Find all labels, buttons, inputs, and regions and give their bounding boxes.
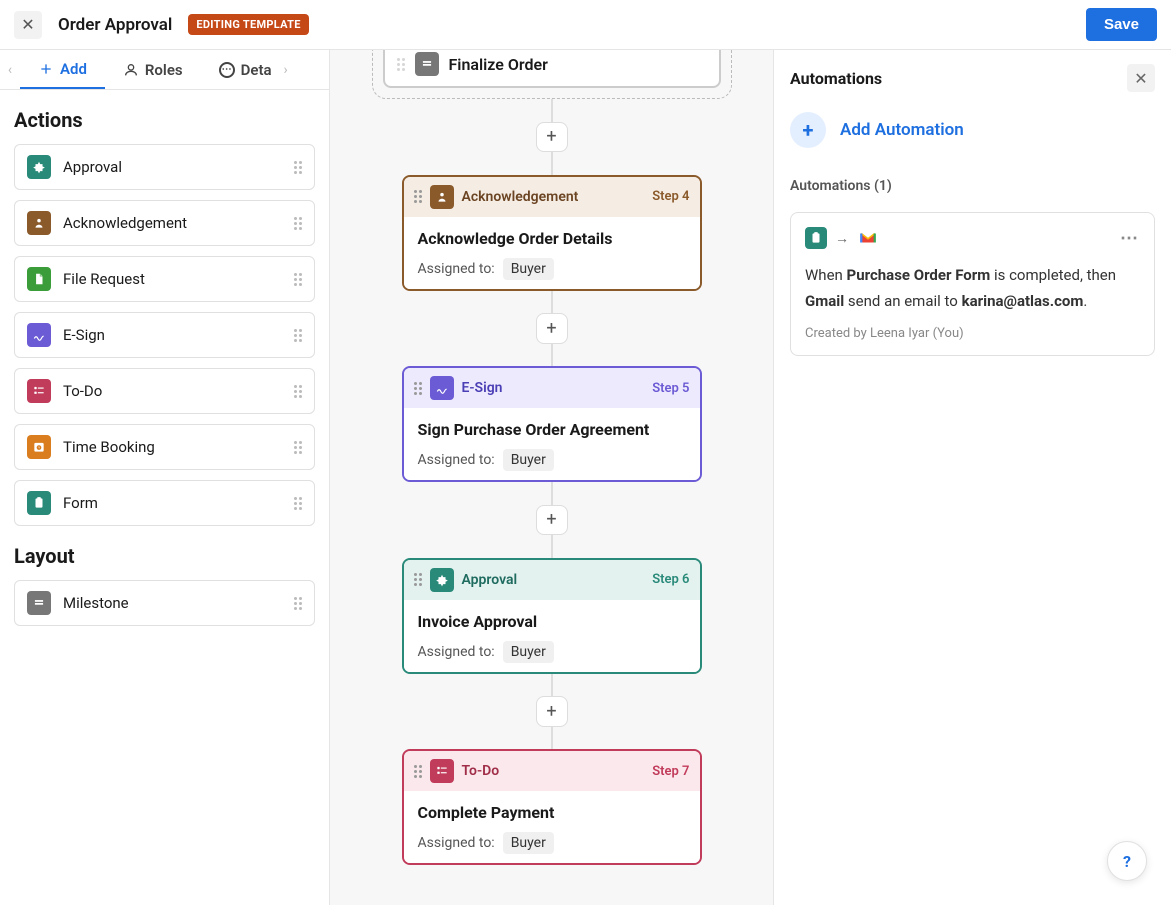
tabs-scroll-left[interactable]: ‹ — [0, 62, 20, 78]
assigned-label: Assigned to: — [418, 644, 495, 660]
assigned-label: Assigned to: — [418, 452, 495, 468]
editing-badge: EDITING TEMPLATE — [188, 14, 308, 35]
milestone-icon — [415, 52, 439, 76]
action-label: File Request — [63, 270, 145, 288]
drag-handle-icon[interactable] — [294, 441, 302, 454]
action-label: E-Sign — [63, 326, 105, 344]
automation-card[interactable]: → ⋯ When Purchase Order Form is complete… — [790, 212, 1155, 356]
todo-icon — [430, 759, 454, 783]
automations-count: Automations (1) — [774, 168, 1171, 204]
layout-item-milestone[interactable]: Milestone — [14, 580, 315, 626]
gmail-app-icon — [857, 227, 879, 249]
action-item-time-booking[interactable]: Time Booking — [14, 424, 315, 470]
assignee-chip[interactable]: Buyer — [503, 832, 554, 854]
automation-description: When Purchase Order Form is completed, t… — [805, 263, 1140, 314]
drag-handle-icon[interactable] — [294, 329, 302, 342]
milestone-title: Finalize Order — [449, 55, 548, 74]
step-number: Step 6 — [652, 572, 689, 587]
approval-icon — [27, 155, 51, 179]
add-step-button[interactable]: + — [536, 505, 568, 536]
add-step-button[interactable]: + — [536, 696, 568, 727]
step-title: Invoice Approval — [418, 612, 686, 631]
drag-handle-icon[interactable] — [294, 161, 302, 174]
esign-icon — [430, 376, 454, 400]
action-item-to-do[interactable]: To-Do — [14, 368, 315, 414]
step-title: Complete Payment — [418, 803, 686, 822]
step-number: Step 7 — [652, 764, 689, 779]
plus-icon — [38, 61, 54, 77]
action-item-e-sign[interactable]: E-Sign — [14, 312, 315, 358]
action-label: Time Booking — [63, 438, 155, 456]
time-icon — [27, 435, 51, 459]
workflow-canvas[interactable]: Finalize Order+AcknowledgementStep 4Ackn… — [330, 50, 773, 905]
add-step-button[interactable]: + — [536, 313, 568, 344]
add-automation-button[interactable]: + Add Automation — [774, 102, 1171, 168]
step-card-acknowledgement[interactable]: Acknowledgement Step 4 Acknowledge Order D… — [402, 175, 702, 291]
automation-more-button[interactable]: ⋯ — [1120, 228, 1140, 249]
automations-title: Automations — [790, 69, 882, 88]
plus-icon: + — [790, 112, 826, 148]
ellipsis-icon: ⋯ — [219, 62, 235, 78]
layout-heading: Layout — [0, 526, 329, 580]
tabs-scroll-right[interactable]: › — [276, 62, 296, 78]
automation-created-by: Created by Leena Iyar (You) — [805, 326, 1140, 341]
tab-details[interactable]: ⋯ Deta — [201, 50, 276, 89]
drag-handle-icon[interactable] — [294, 273, 302, 286]
step-type: Approval — [462, 572, 518, 588]
step-number: Step 5 — [652, 381, 689, 396]
close-button[interactable]: ✕ — [14, 11, 42, 39]
action-item-form[interactable]: Form — [14, 480, 315, 526]
arrow-icon: → — [835, 230, 849, 247]
action-item-approval[interactable]: Approval — [14, 144, 315, 190]
action-label: Form — [63, 494, 98, 512]
save-button[interactable]: Save — [1086, 8, 1157, 41]
file-icon — [27, 267, 51, 291]
milestone-card[interactable]: Finalize Order — [383, 50, 721, 88]
drag-handle-icon[interactable] — [294, 217, 302, 230]
assignee-chip[interactable]: Buyer — [503, 258, 554, 280]
close-automations-button[interactable]: ✕ — [1127, 64, 1155, 92]
step-card-to-do[interactable]: To-Do Step 7 Complete Payment Assigned to: B… — [402, 749, 702, 865]
form-icon — [27, 491, 51, 515]
drag-handle-icon[interactable] — [294, 597, 302, 610]
action-label: Acknowledgement — [63, 214, 187, 232]
assigned-label: Assigned to: — [418, 261, 495, 277]
form-app-icon — [805, 227, 827, 249]
ack-icon — [27, 211, 51, 235]
action-item-file-request[interactable]: File Request — [14, 256, 315, 302]
drag-handle-icon[interactable] — [294, 497, 302, 510]
todo-icon — [27, 379, 51, 403]
step-type: To-Do — [462, 763, 500, 779]
assignee-chip[interactable]: Buyer — [503, 641, 554, 663]
tab-roles[interactable]: Roles — [105, 50, 201, 89]
step-title: Sign Purchase Order Agreement — [418, 420, 686, 439]
actions-heading: Actions — [0, 90, 329, 144]
layout-label: Milestone — [63, 594, 129, 612]
user-icon — [123, 62, 139, 78]
page-title: Order Approval — [58, 15, 172, 35]
drag-handle-icon[interactable] — [294, 385, 302, 398]
action-label: Approval — [63, 158, 122, 176]
step-type: Acknowledgement — [462, 189, 579, 205]
action-item-acknowledgement[interactable]: Acknowledgement — [14, 200, 315, 246]
step-title: Acknowledge Order Details — [418, 229, 686, 248]
milestone-icon — [27, 591, 51, 615]
approval-icon — [430, 568, 454, 592]
assignee-chip[interactable]: Buyer — [503, 449, 554, 471]
step-type: E-Sign — [462, 380, 503, 396]
assigned-label: Assigned to: — [418, 835, 495, 851]
step-card-approval[interactable]: Approval Step 6 Invoice Approval Assigned t… — [402, 558, 702, 674]
step-number: Step 4 — [652, 189, 689, 204]
action-label: To-Do — [63, 382, 102, 400]
ack-icon — [430, 185, 454, 209]
tab-add[interactable]: Add — [20, 50, 105, 89]
step-card-e-sign[interactable]: E-Sign Step 5 Sign Purchase Order Agreemen… — [402, 366, 702, 482]
help-button[interactable]: ? — [1107, 841, 1147, 881]
add-step-button[interactable]: + — [536, 122, 568, 153]
esign-icon — [27, 323, 51, 347]
